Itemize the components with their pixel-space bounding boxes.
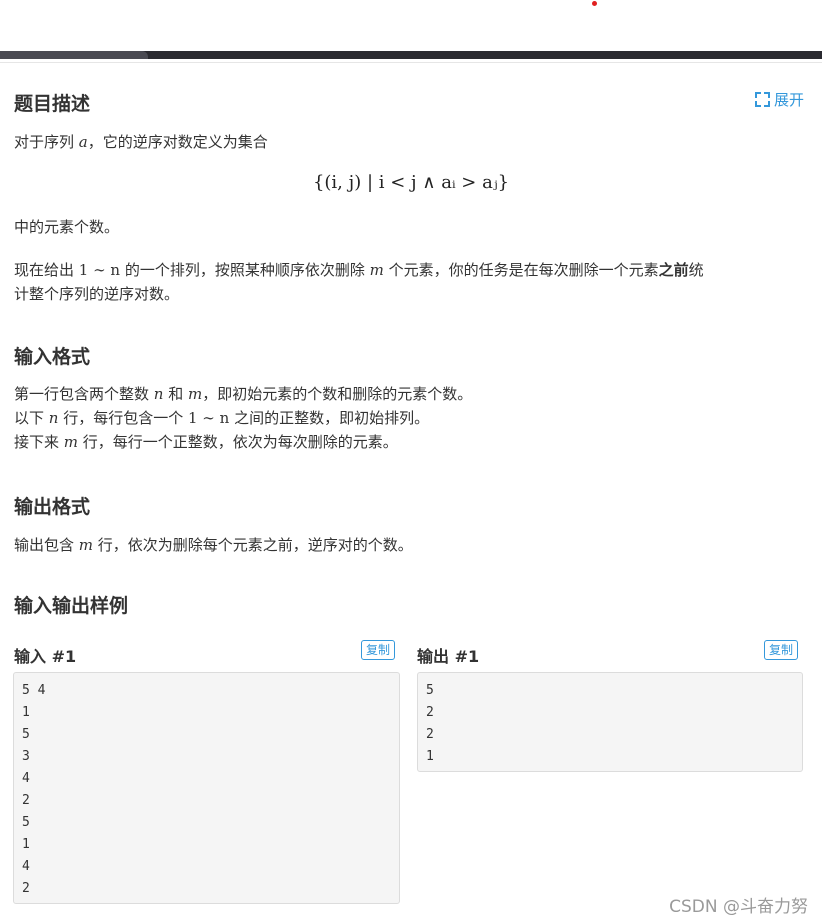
samples-title: 输入输出样例 xyxy=(14,595,129,617)
text-segment: 行，每行一个正整数，依次为每次删除的元素。 xyxy=(78,433,398,451)
sample-input-box[interactable]: 5 4 1 5 3 4 2 5 1 4 2 xyxy=(13,672,400,904)
inversion-formula: {(i, j) | i < j ∧ aᵢ > aⱼ} xyxy=(312,172,510,193)
output-format-title: 输出格式 xyxy=(14,496,91,518)
input-format-title: 输入格式 xyxy=(14,346,91,368)
top-dark-bar xyxy=(0,51,822,59)
sample-input-line: 1 xyxy=(22,705,30,720)
text-segment: 计整个序列的逆序对数。 xyxy=(14,285,180,303)
description-paragraph-1: 对于序列 a，它的逆序对数定义为集合 xyxy=(14,130,268,154)
sample-output-title: 输出 #1 xyxy=(417,647,480,666)
sample-input-line: 5 xyxy=(22,727,30,742)
sample-input-line: 4 xyxy=(22,771,30,786)
copy-output-button[interactable]: 复制 xyxy=(764,640,799,660)
description-paragraph-3: 现在给出 1 ∼ n 的一个排列，按照某种顺序依次删除 m 个元素，你的任务是在… xyxy=(14,258,804,306)
sample-input-line: 3 xyxy=(22,749,30,764)
copy-input-button[interactable]: 复制 xyxy=(361,640,396,660)
expand-button[interactable]: 展开 xyxy=(754,89,804,110)
text-segment: 现在给出 xyxy=(14,261,79,279)
text-segment: 和 xyxy=(163,385,188,403)
text-segment: 第一行包含两个整数 xyxy=(14,385,154,403)
math-var-m: m xyxy=(63,433,79,451)
sample-output-line: 1 xyxy=(426,749,434,764)
sample-input-line: 1 xyxy=(22,837,30,852)
math-var-n: n xyxy=(153,385,164,403)
notification-dot xyxy=(592,1,597,6)
csdn-watermark: CSDN @斗奋力努 xyxy=(669,897,808,917)
text-segment: 行，每行包含一个 xyxy=(58,409,188,427)
sample-input-line: 2 xyxy=(22,881,30,896)
math-range: 1 ∼ n xyxy=(78,261,121,279)
sample-input-line: 5 xyxy=(22,815,30,830)
math-var-n: n xyxy=(48,409,59,427)
math-var-m: m xyxy=(188,385,203,403)
sample-output-line: 2 xyxy=(426,727,434,742)
description-title: 题目描述 xyxy=(14,93,91,115)
text-segment: 之间的正整数，即初始排列。 xyxy=(229,409,430,427)
text-segment: 以下 xyxy=(14,409,49,427)
description-paragraph-2: 中的元素个数。 xyxy=(14,218,120,236)
sample-input-line: 4 xyxy=(22,859,30,874)
text-segment: 的一个排列，按照某种顺序依次删除 xyxy=(120,261,370,279)
sample-input-title: 输入 #1 xyxy=(14,647,77,666)
math-var-a: a xyxy=(78,133,88,151)
text-segment: 输出包含 xyxy=(14,536,79,554)
math-var-m: m xyxy=(78,536,94,554)
text-segment: ，即初始元素的个数和删除的元素个数。 xyxy=(202,385,473,403)
tab-edge xyxy=(0,51,148,59)
text-segment: 个元素，你的任务是在每次删除一个元素 xyxy=(383,261,659,279)
card-divider xyxy=(0,62,822,63)
bold-emphasis: 之前 xyxy=(658,261,689,279)
text-segment: 统 xyxy=(688,261,704,279)
input-format-body: 第一行包含两个整数 n 和 m，即初始元素的个数和删除的元素个数。 以下 n 行… xyxy=(14,382,472,454)
sample-output-line: 2 xyxy=(426,705,434,720)
sample-output-box[interactable]: 5 2 2 1 xyxy=(417,672,803,772)
sample-output-line: 5 xyxy=(426,683,434,698)
math-range: 1 ∼ n xyxy=(188,409,230,427)
text-segment: ，它的逆序对数定义为集合 xyxy=(87,133,268,151)
text-segment: 对于序列 xyxy=(14,133,79,151)
math-var-m: m xyxy=(369,261,384,279)
sample-input-line: 5 4 xyxy=(22,683,46,698)
text-segment: 行，依次为删除每个元素之前，逆序对的个数。 xyxy=(93,536,413,554)
sample-input-line: 2 xyxy=(22,793,30,808)
text-segment: 接下来 xyxy=(14,433,64,451)
output-format-body: 输出包含 m 行，依次为删除每个元素之前，逆序对的个数。 xyxy=(14,533,413,557)
expand-icon xyxy=(754,92,770,107)
expand-label: 展开 xyxy=(773,91,804,109)
